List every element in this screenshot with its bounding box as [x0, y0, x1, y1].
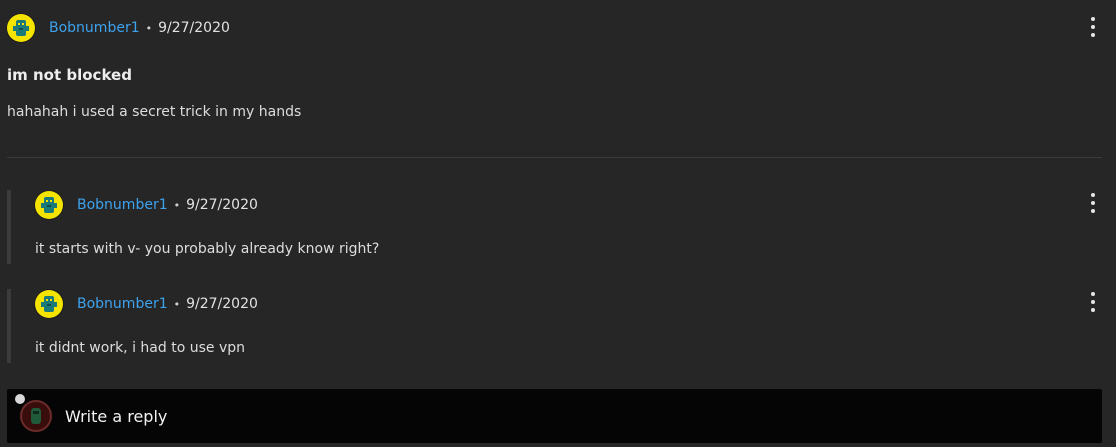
reply-header: Bobnumber1 • 9/27/2020 — [35, 190, 258, 220]
reply-thread-line — [7, 289, 11, 363]
post-date: 9/27/2020 — [158, 20, 230, 36]
reply-item: Bobnumber1 • 9/27/2020 it didnt work, i … — [7, 289, 1107, 363]
reply-header: Bobnumber1 • 9/27/2020 — [35, 289, 258, 319]
author-username-link[interactable]: Bobnumber1 — [77, 296, 168, 312]
reply-placeholder: Write a reply — [65, 406, 168, 426]
robot-avatar-icon — [41, 296, 57, 312]
kebab-menu-icon[interactable] — [1087, 292, 1099, 312]
reply-input[interactable]: Write a reply — [7, 389, 1102, 443]
robot-avatar-icon — [13, 20, 29, 36]
author-avatar[interactable] — [35, 290, 63, 318]
reply-thread-line — [7, 190, 11, 264]
author-avatar[interactable] — [35, 191, 63, 219]
user-avatar-icon — [14, 393, 52, 432]
kebab-menu-icon[interactable] — [1087, 193, 1099, 213]
reply-body: it starts with v- you probably already k… — [35, 241, 380, 257]
robot-avatar-icon — [41, 197, 57, 213]
author-avatar[interactable] — [7, 14, 35, 42]
chat-badge-icon — [14, 393, 26, 405]
meta-separator: • — [145, 21, 153, 35]
discussion-post: Bobnumber1 • 9/27/2020 im not blocked ha… — [0, 0, 1116, 447]
meta-separator: • — [173, 198, 181, 212]
post-header: Bobnumber1 • 9/27/2020 — [7, 13, 230, 43]
reply-item: Bobnumber1 • 9/27/2020 it starts with v-… — [7, 190, 1107, 264]
kebab-menu-icon[interactable] — [1087, 17, 1099, 37]
reply-date: 9/27/2020 — [186, 296, 258, 312]
meta-separator: • — [173, 297, 181, 311]
author-username-link[interactable]: Bobnumber1 — [49, 20, 140, 36]
author-username-link[interactable]: Bobnumber1 — [77, 197, 168, 213]
reply-body: it didnt work, i had to use vpn — [35, 340, 245, 356]
divider — [7, 157, 1102, 158]
reply-date: 9/27/2020 — [186, 197, 258, 213]
post-title: im not blocked — [7, 66, 132, 84]
post-body: hahahah i used a secret trick in my hand… — [7, 104, 302, 120]
